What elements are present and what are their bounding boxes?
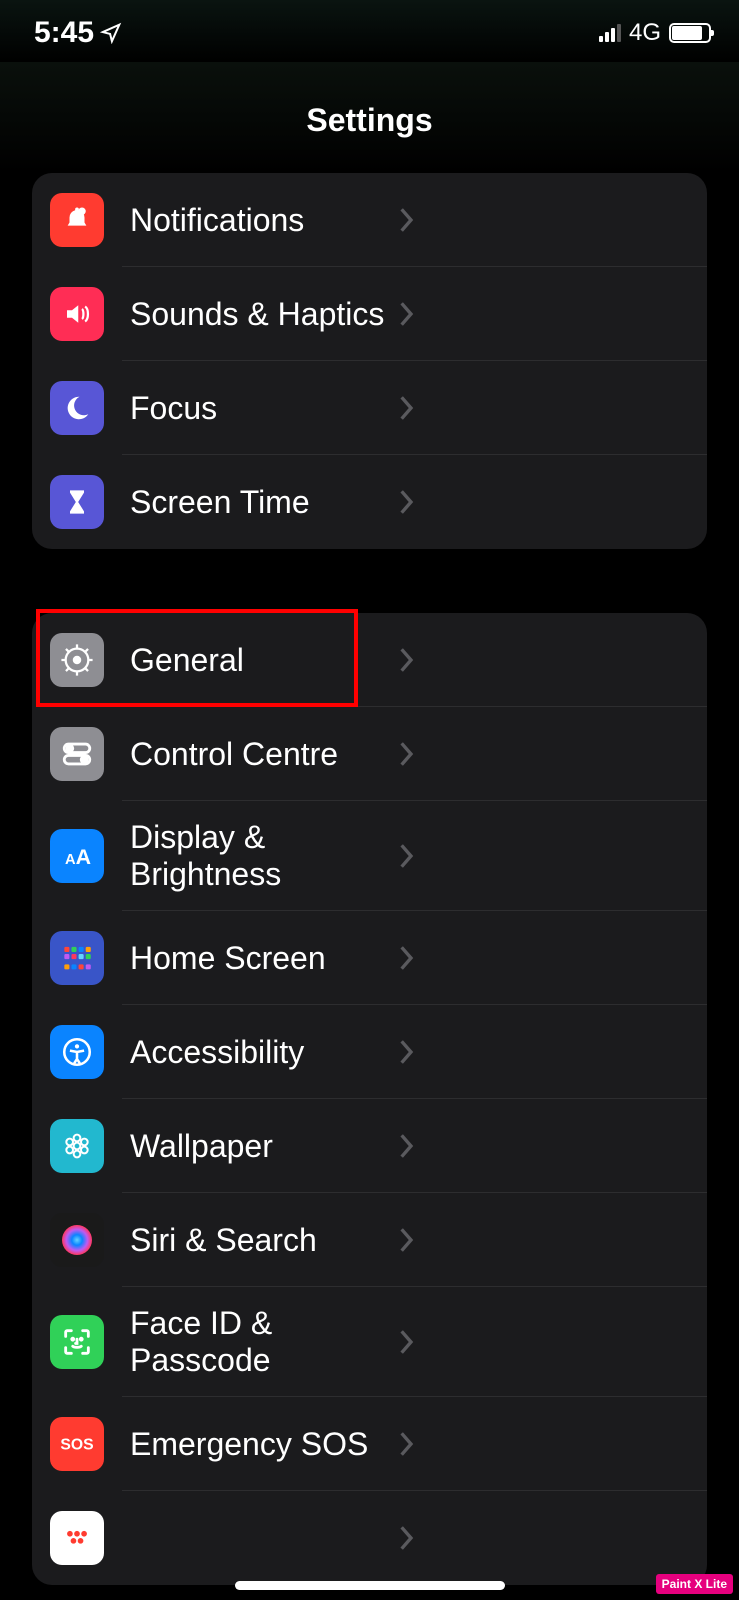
row-sounds[interactable]: Sounds & Haptics [32, 267, 707, 361]
bell-icon [50, 193, 104, 247]
network-type: 4G [629, 19, 661, 47]
row-siri[interactable]: Siri & Search [32, 1193, 707, 1287]
row-label: Face ID & Passcode [130, 1305, 400, 1379]
row-label: Sounds & Haptics [130, 296, 400, 333]
siri-orb-icon [50, 1213, 104, 1267]
toggles-icon [50, 727, 104, 781]
row-home-screen[interactable]: Home Screen [32, 911, 707, 1005]
person-circle-icon [50, 1025, 104, 1079]
watermark: Paint X Lite [656, 1574, 733, 1594]
chevron-right-icon [400, 648, 414, 672]
chevron-right-icon [400, 946, 414, 970]
sos-icon: SOS [50, 1417, 104, 1471]
chevron-right-icon [400, 1134, 414, 1158]
chevron-right-icon [400, 844, 414, 868]
chevron-right-icon [400, 1526, 414, 1550]
svg-text:A: A [65, 852, 76, 868]
battery-icon [669, 23, 711, 43]
app-grid-icon [50, 931, 104, 985]
row-notifications[interactable]: Notifications [32, 173, 707, 267]
row-label: General [130, 642, 400, 679]
speaker-icon [50, 287, 104, 341]
text-size-icon: AA [50, 829, 104, 883]
row-focus[interactable]: Focus [32, 361, 707, 455]
row-label: Screen Time [130, 484, 400, 521]
status-bar: 5:45 4G [0, 0, 739, 62]
row-screen-time[interactable]: Screen Time [32, 455, 707, 549]
flower-icon [50, 1119, 104, 1173]
status-time: 5:45 [34, 16, 94, 50]
row-wallpaper[interactable]: Wallpaper [32, 1099, 707, 1193]
chevron-right-icon [400, 208, 414, 232]
svg-text:SOS: SOS [60, 1436, 93, 1453]
row-face-id[interactable]: Face ID & Passcode [32, 1287, 707, 1397]
chevron-right-icon [400, 742, 414, 766]
chevron-right-icon [400, 1228, 414, 1252]
settings-group-1: Notifications Sounds & Haptics Focus Scr… [32, 173, 707, 549]
chevron-right-icon [400, 302, 414, 326]
row-label: Wallpaper [130, 1128, 400, 1165]
gear-icon [50, 633, 104, 687]
face-id-icon [50, 1315, 104, 1369]
signal-icon [599, 24, 621, 42]
row-control-centre[interactable]: Control Centre [32, 707, 707, 801]
row-label: Siri & Search [130, 1222, 400, 1259]
chevron-right-icon [400, 1432, 414, 1456]
chevron-right-icon [400, 1040, 414, 1064]
chevron-right-icon [400, 1330, 414, 1354]
row-accessibility[interactable]: Accessibility [32, 1005, 707, 1099]
hourglass-icon [50, 475, 104, 529]
row-label: Focus [130, 390, 400, 427]
home-indicator[interactable] [235, 1581, 505, 1590]
status-right: 4G [599, 19, 711, 47]
chevron-right-icon [400, 396, 414, 420]
location-icon [100, 22, 122, 44]
moon-icon [50, 381, 104, 435]
row-label: Emergency SOS [130, 1426, 400, 1463]
row-label: Control Centre [130, 736, 400, 773]
row-emergency-sos[interactable]: SOS Emergency SOS [32, 1397, 707, 1491]
row-label: Home Screen [130, 940, 400, 977]
status-left: 5:45 [34, 16, 122, 50]
row-label: Notifications [130, 202, 400, 239]
row-exposure[interactable] [32, 1491, 707, 1585]
row-general[interactable]: General [32, 613, 707, 707]
page-title: Settings [0, 62, 739, 173]
svg-text:A: A [76, 845, 91, 869]
chevron-right-icon [400, 490, 414, 514]
row-label: Display & Brightness [130, 819, 400, 893]
settings-group-2: General Control Centre AA Display & Brig… [32, 613, 707, 1585]
row-label: Accessibility [130, 1034, 400, 1071]
exposure-icon [50, 1511, 104, 1565]
row-display[interactable]: AA Display & Brightness [32, 801, 707, 911]
